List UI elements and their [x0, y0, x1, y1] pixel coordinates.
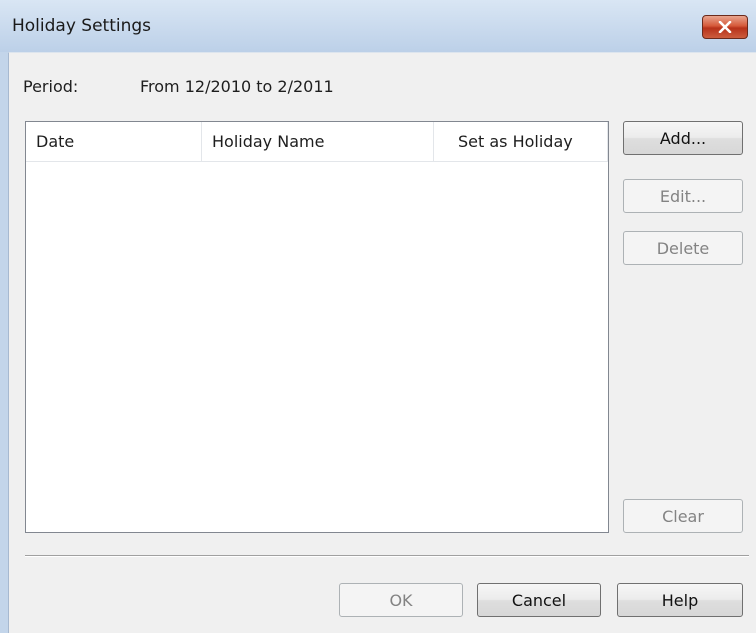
- window-title: Holiday Settings: [12, 16, 152, 36]
- list-header: Date Holiday Name Set as Holiday: [26, 122, 608, 162]
- title-bar[interactable]: Holiday Settings: [0, 0, 756, 52]
- holiday-list[interactable]: Date Holiday Name Set as Holiday: [25, 121, 609, 533]
- holiday-settings-dialog: Holiday Settings Period: From 12/2010 to…: [0, 0, 756, 633]
- close-icon: [718, 18, 732, 37]
- list-body[interactable]: [26, 162, 608, 532]
- cancel-button[interactable]: Cancel: [477, 583, 601, 617]
- column-header-set-as-holiday[interactable]: Set as Holiday: [434, 122, 608, 161]
- help-button[interactable]: Help: [617, 583, 743, 617]
- column-header-date[interactable]: Date: [26, 122, 202, 161]
- dialog-content: Period: From 12/2010 to 2/2011 Date Holi…: [8, 52, 756, 633]
- separator: [25, 555, 749, 557]
- period-value: From 12/2010 to 2/2011: [140, 77, 334, 96]
- period-label: Period:: [23, 77, 79, 96]
- clear-button[interactable]: Clear: [623, 499, 743, 533]
- close-button[interactable]: [702, 15, 748, 39]
- add-button[interactable]: Add...: [623, 121, 743, 155]
- column-header-holiday-name[interactable]: Holiday Name: [202, 122, 434, 161]
- edit-button[interactable]: Edit...: [623, 179, 743, 213]
- delete-button[interactable]: Delete: [623, 231, 743, 265]
- ok-button[interactable]: OK: [339, 583, 463, 617]
